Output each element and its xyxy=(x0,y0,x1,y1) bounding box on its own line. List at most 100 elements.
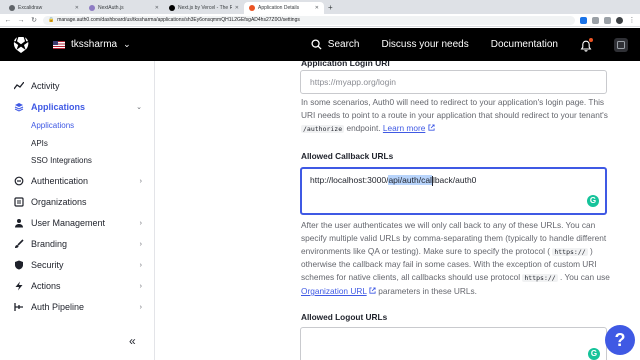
browser-menu-icon[interactable]: ⋮ xyxy=(628,16,636,24)
sidebar-item-applications[interactable]: Applications ⌄ xyxy=(14,100,142,114)
sidebar-item-label: Organizations xyxy=(31,197,87,207)
help-text-part: parameters in these URLs. xyxy=(378,285,477,296)
sidebar-item-label: Security xyxy=(31,260,64,270)
user-avatar[interactable] xyxy=(614,37,628,52)
browser-tab-title: Application Details xyxy=(258,5,300,11)
pipeline-icon xyxy=(14,302,24,312)
reload-icon[interactable]: ↻ xyxy=(30,16,38,24)
organization-url-link[interactable]: Organization URL xyxy=(301,286,367,296)
extension-icon[interactable] xyxy=(604,16,611,24)
sidebar-item-authentication[interactable]: Authentication › xyxy=(14,174,142,188)
learn-more-link[interactable]: Learn more xyxy=(383,123,425,133)
us-flag-icon xyxy=(53,40,65,49)
search-label: Search xyxy=(327,39,360,50)
shield-icon xyxy=(14,260,24,270)
sidebar-item-user-management[interactable]: User Management › xyxy=(14,216,142,230)
close-icon[interactable]: ✕ xyxy=(235,5,239,11)
inline-code: https:// xyxy=(552,247,588,256)
back-arrow-icon[interactable]: ← xyxy=(4,17,12,24)
sidebar-item-actions[interactable]: Actions › xyxy=(14,279,142,293)
browser-tab-application-details[interactable]: Application Details ✕ xyxy=(244,2,324,14)
browser-tab-nextauth[interactable]: NextAuth.js ✕ xyxy=(84,2,164,14)
close-icon[interactable]: ✕ xyxy=(75,5,79,11)
sidebar-item-label: Actions xyxy=(31,281,61,291)
sidebar-item-organizations[interactable]: Organizations xyxy=(14,195,142,209)
brush-icon xyxy=(14,239,24,249)
application-settings-content: Application Login URI https://myapp.org/… xyxy=(155,61,640,360)
sidebar-item-security[interactable]: Security › xyxy=(14,258,142,272)
search-icon xyxy=(311,39,322,50)
activity-chart-icon xyxy=(14,81,24,91)
extension-icon[interactable] xyxy=(580,16,587,24)
help-text-part: In some scenarios, Auth0 will need to re… xyxy=(301,97,608,120)
address-bar[interactable]: 🔒 manage.auth0.com/dashboard/us/tkssharm… xyxy=(43,15,575,25)
learn-more-label: Learn more xyxy=(382,122,426,133)
sidebar-item-auth-pipeline[interactable]: Auth Pipeline › xyxy=(14,300,142,314)
documentation-label: Documentation xyxy=(490,39,558,50)
inline-code: https:// xyxy=(522,274,558,283)
collapse-sidebar-button[interactable]: « xyxy=(129,334,136,348)
sidebar-item-label: User Management xyxy=(31,218,106,228)
sidebar-subitem-applications[interactable]: Applications xyxy=(31,121,74,130)
sidebar-item-label: Applications xyxy=(31,102,86,112)
sidebar-subitem-sso-integrations[interactable]: SSO Integrations xyxy=(31,156,92,165)
tenant-name: tkssharma xyxy=(71,39,118,50)
search-button[interactable]: Search xyxy=(311,39,360,50)
chevron-right-icon: › xyxy=(139,219,142,227)
login-uri-placeholder: https://myapp.org/login xyxy=(310,77,396,87)
tenant-switcher[interactable]: tkssharma ⌄ xyxy=(53,39,131,50)
close-icon[interactable]: ✕ xyxy=(155,5,159,11)
excalidraw-favicon-icon xyxy=(9,5,15,11)
application-login-uri-label: Application Login URI xyxy=(301,61,390,68)
chevron-right-icon: › xyxy=(139,177,142,185)
login-uri-help-text: In some scenarios, Auth0 will need to re… xyxy=(301,96,617,135)
browser-tab-strip: Excalidraw ✕ NextAuth.js ✕ Next.js by Ve… xyxy=(0,0,640,14)
notification-dot xyxy=(589,37,593,42)
chevron-down-icon: ⌄ xyxy=(136,104,142,111)
allowed-callback-urls-input[interactable]: http://localhost:3000/api/auth/callback/… xyxy=(300,167,607,215)
browser-tab-title: Next.js by Vercel - The React F xyxy=(178,5,232,11)
browser-tab-title: NextAuth.js xyxy=(98,5,124,11)
user-icon xyxy=(617,40,625,49)
chevron-right-icon: › xyxy=(139,261,142,269)
sidebar-item-branding[interactable]: Branding › xyxy=(14,237,142,251)
help-button[interactable]: ? xyxy=(605,325,635,355)
profile-avatar-icon[interactable] xyxy=(616,16,623,24)
allowed-logout-urls-label: Allowed Logout URLs xyxy=(301,312,388,322)
layers-icon xyxy=(14,102,24,112)
allowed-logout-urls-input[interactable]: G xyxy=(300,327,607,360)
sidebar-subitem-apis[interactable]: APIs xyxy=(31,139,48,148)
sidebar-item-label: Activity xyxy=(31,81,60,91)
browser-tab-excalidraw[interactable]: Excalidraw ✕ xyxy=(4,2,84,14)
callback-url-text: http://localhost:3000/ xyxy=(310,175,389,185)
notifications-button[interactable] xyxy=(580,37,593,52)
users-icon xyxy=(14,218,24,228)
new-tab-button[interactable]: + xyxy=(324,2,337,14)
sidebar: Activity Applications ⌄ Applications API… xyxy=(0,61,155,360)
documentation-link[interactable]: Documentation xyxy=(491,39,558,50)
close-icon[interactable]: ✕ xyxy=(315,5,319,11)
sidebar-item-label: Auth Pipeline xyxy=(31,302,85,312)
nextjs-favicon-icon xyxy=(169,5,175,11)
sidebar-item-label: Branding xyxy=(31,239,68,249)
sidebar-item-activity[interactable]: Activity xyxy=(14,79,142,93)
organization-url-label: Organization URL xyxy=(301,285,367,296)
discuss-needs-label: Discuss your needs xyxy=(381,39,469,50)
chevron-right-icon: › xyxy=(139,303,142,311)
chevron-down-icon: ⌄ xyxy=(123,39,131,49)
grammarly-icon[interactable]: G xyxy=(587,195,599,207)
inline-code: /authorize xyxy=(301,124,345,133)
application-login-uri-input[interactable]: https://myapp.org/login xyxy=(300,70,607,94)
forward-arrow-icon[interactable]: → xyxy=(17,17,25,24)
extension-icon[interactable] xyxy=(592,16,599,24)
allowed-callback-urls-label: Allowed Callback URLs xyxy=(301,151,394,161)
nextauth-favicon-icon xyxy=(89,5,95,11)
browser-tab-nextjs[interactable]: Next.js by Vercel - The React F ✕ xyxy=(164,2,244,14)
auth0-favicon-icon xyxy=(249,5,255,11)
discuss-needs-link[interactable]: Discuss your needs xyxy=(381,39,468,50)
grammarly-icon[interactable]: G xyxy=(588,348,600,360)
browser-tab-title: Excalidraw xyxy=(18,5,43,11)
actions-icon xyxy=(14,281,24,291)
auth0-logo-icon[interactable] xyxy=(13,36,29,53)
browser-toolbar: ← → ↻ 🔒 manage.auth0.com/dashboard/us/tk… xyxy=(0,14,640,27)
